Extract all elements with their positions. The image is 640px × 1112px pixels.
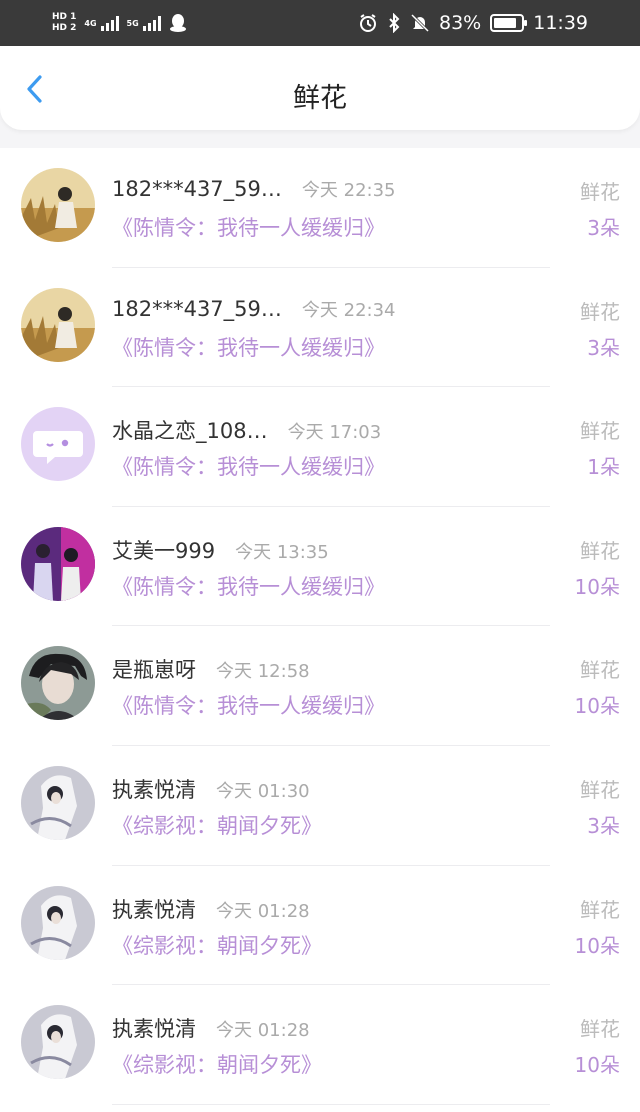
username: 执素悦清 — [112, 1017, 196, 1042]
avatar-stage-icon[interactable] — [21, 526, 95, 601]
clock: 11:39 — [533, 12, 588, 34]
gift-type: 鲜花 — [580, 180, 620, 204]
list-item[interactable]: 执素悦清 今天 01:28 《综影视：朝闻夕死》 鲜花 10朵 — [0, 866, 640, 986]
avatar-portrait-icon[interactable] — [21, 646, 95, 721]
gift-type: 鲜花 — [580, 299, 620, 324]
alarm-icon — [360, 14, 376, 32]
book-title[interactable]: 《综影视：朝闻夕死》 — [112, 930, 322, 960]
gift-type: 鲜花 — [580, 897, 620, 922]
username: 执素悦清 — [112, 897, 196, 922]
status-bar: HD 1 HD 2 4G 5G 83% 11:39 — [0, 0, 640, 46]
battery-percent: 83% — [439, 12, 482, 34]
gift-count: 10朵 — [574, 574, 620, 599]
book-title[interactable]: 《陈情令：我待一人缓缓归》 — [112, 571, 385, 601]
divider — [112, 1103, 550, 1105]
timestamp: 今天 22:35 — [301, 180, 396, 201]
username: 艾美一999 — [112, 538, 216, 563]
item-header: 艾美一999 今天 13:35 — [112, 535, 329, 565]
list-item[interactable]: 182***437_59… 今天 22:35 《陈情令：我待一人缓缓归》 鲜花 3… — [0, 148, 640, 268]
signal-icon — [100, 15, 119, 31]
username: 是瓶崽呀 — [112, 658, 196, 683]
gift-count: 10朵 — [574, 694, 620, 719]
list-item[interactable]: 是瓶崽呀 今天 12:58 《陈情令：我待一人缓缓归》 鲜花 10朵 — [0, 626, 640, 746]
item-header: 182***437_59… 今天 22:34 — [112, 296, 396, 322]
item-header: 执素悦清 今天 01:28 — [112, 894, 310, 924]
avatar-figure-icon[interactable] — [21, 885, 95, 960]
book-title[interactable]: 《综影视：朝闻夕死》 — [112, 1049, 322, 1079]
bluetooth-icon — [389, 13, 400, 33]
timestamp: 今天 22:34 — [301, 299, 396, 321]
gift-type: 鲜花 — [580, 1017, 620, 1042]
list-item[interactable]: 182***437_59… 今天 22:34 《陈情令：我待一人缓缓归》 鲜花 3… — [0, 268, 640, 388]
network-4g-label: 4G — [84, 18, 97, 28]
avatar-figure-icon[interactable] — [21, 765, 95, 840]
battery-icon — [490, 14, 528, 32]
gift-type: 鲜花 — [580, 419, 620, 444]
gift-type: 鲜花 — [580, 777, 620, 802]
timestamp: 今天 01:30 — [216, 780, 310, 802]
list-item[interactable]: 水晶之恋_108… 今天 17:03 《陈情令：我待一人缓缓归》 鲜花 1朵 — [0, 387, 640, 507]
book-title[interactable]: 《综影视：朝闻夕死》 — [112, 810, 322, 840]
gift-type: 鲜花 — [580, 658, 620, 683]
chat-bubble-icon[interactable] — [21, 407, 95, 482]
status-left: HD 1 HD 2 4G 5G — [52, 12, 187, 34]
username: 水晶之恋_108… — [112, 419, 268, 444]
gift-count: 1朵 — [587, 455, 620, 480]
hd1-label: HD 1 — [52, 12, 77, 22]
username: 182***437_59… — [112, 177, 282, 201]
timestamp: 今天 17:03 — [287, 422, 382, 444]
hd2-label: HD 2 — [52, 23, 77, 33]
status-right: 83% 11:39 — [358, 12, 588, 34]
avatar-figure-icon[interactable] — [21, 1005, 95, 1080]
timestamp: 今天 01:28 — [216, 1020, 310, 1042]
gift-count: 3朵 — [587, 335, 620, 360]
timestamp: 今天 13:35 — [235, 541, 329, 563]
username: 182***437_59… — [112, 296, 282, 321]
gift-count: 3朵 — [587, 813, 620, 838]
timestamp: 今天 12:58 — [216, 661, 310, 683]
list-item[interactable]: 执素悦清 今天 01:28 《综影视：朝闻夕死》 鲜花 10朵 — [0, 985, 640, 1105]
gift-count: 10朵 — [574, 933, 620, 958]
book-title[interactable]: 《陈情令：我待一人缓缓归》 — [112, 332, 385, 362]
gift-count: 10朵 — [574, 1053, 620, 1078]
hd-indicator: HD 1 HD 2 — [52, 12, 76, 34]
item-header: 水晶之恋_108… 今天 17:03 — [112, 415, 381, 445]
item-header: 是瓶崽呀 今天 12:58 — [112, 654, 310, 684]
item-header: 182***437_59… 今天 22:35 — [112, 176, 396, 202]
network-5g-label: 5G — [126, 18, 139, 28]
timestamp: 今天 01:28 — [216, 900, 310, 922]
mute-bell-icon — [410, 13, 430, 33]
book-title[interactable]: 《陈情令：我待一人缓缓归》 — [112, 212, 385, 242]
gift-type: 鲜花 — [580, 538, 620, 563]
avatar-landscape-icon[interactable] — [21, 168, 95, 242]
book-title[interactable]: 《陈情令：我待一人缓缓归》 — [112, 451, 385, 481]
qq-penguin-icon — [169, 14, 186, 32]
list-item[interactable]: 执素悦清 今天 01:30 《综影视：朝闻夕死》 鲜花 3朵 — [0, 746, 640, 866]
page-title: 鲜花 — [293, 83, 347, 114]
page-header: 鲜花 — [0, 46, 640, 130]
item-header: 执素悦清 今天 01:28 — [112, 1013, 310, 1043]
avatar-landscape-icon[interactable] — [21, 287, 95, 362]
book-title[interactable]: 《陈情令：我待一人缓缓归》 — [112, 690, 385, 720]
gift-count: 3朵 — [587, 216, 620, 240]
username: 执素悦清 — [112, 777, 196, 802]
list-item[interactable]: 艾美一999 今天 13:35 《陈情令：我待一人缓缓归》 鲜花 10朵 — [0, 507, 640, 627]
signal-icon — [142, 15, 161, 31]
item-header: 执素悦清 今天 01:30 — [112, 774, 310, 804]
flower-record-list: 182***437_59… 今天 22:35 《陈情令：我待一人缓缓归》 鲜花 3… — [0, 148, 640, 1112]
